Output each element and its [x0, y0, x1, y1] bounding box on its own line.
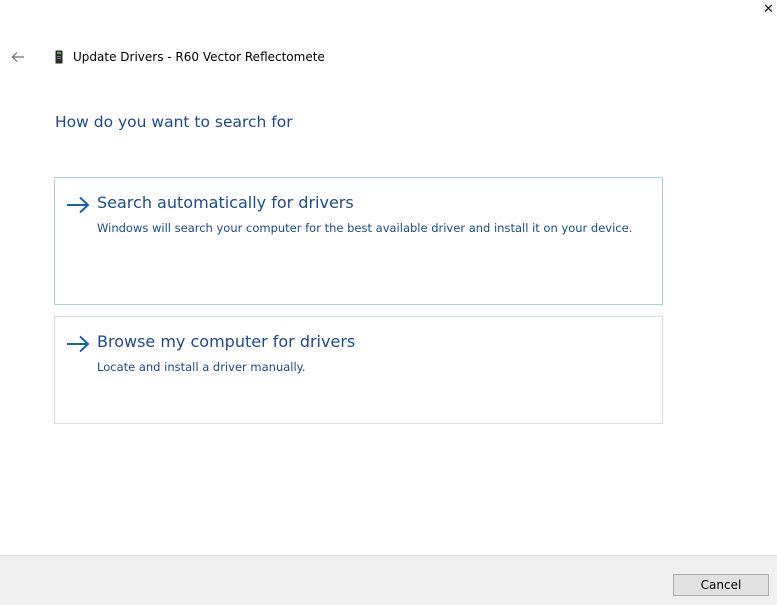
browse-computer-option[interactable]: Browse my computer for drivers Locate an… [54, 316, 663, 424]
window-title: Update Drivers - R60 Vector Reflectomete [73, 50, 325, 64]
option-description: Locate and install a driver manually. [97, 360, 306, 374]
cancel-button[interactable]: Cancel [673, 574, 769, 596]
option-description: Windows will search your computer for th… [97, 221, 633, 235]
arrow-right-icon [67, 335, 90, 353]
search-automatically-option[interactable]: Search automatically for drivers Windows… [54, 177, 663, 305]
close-button[interactable]: ✕ [763, 0, 777, 20]
page-heading: How do you want to search for [55, 113, 293, 131]
option-title: Search automatically for drivers [97, 193, 354, 212]
back-arrow-icon [11, 52, 24, 62]
dialog-footer: Cancel [0, 555, 777, 605]
update-drivers-window: ✕ Update Drivers - R60 Vector Reflectome… [0, 0, 777, 605]
arrow-right-icon [67, 196, 90, 214]
close-icon: ✕ [763, 2, 774, 17]
option-title: Browse my computer for drivers [97, 332, 356, 351]
title-bar: Update Drivers - R60 Vector Reflectomete [10, 47, 325, 67]
device-icon [55, 50, 63, 64]
back-button[interactable] [10, 47, 26, 67]
